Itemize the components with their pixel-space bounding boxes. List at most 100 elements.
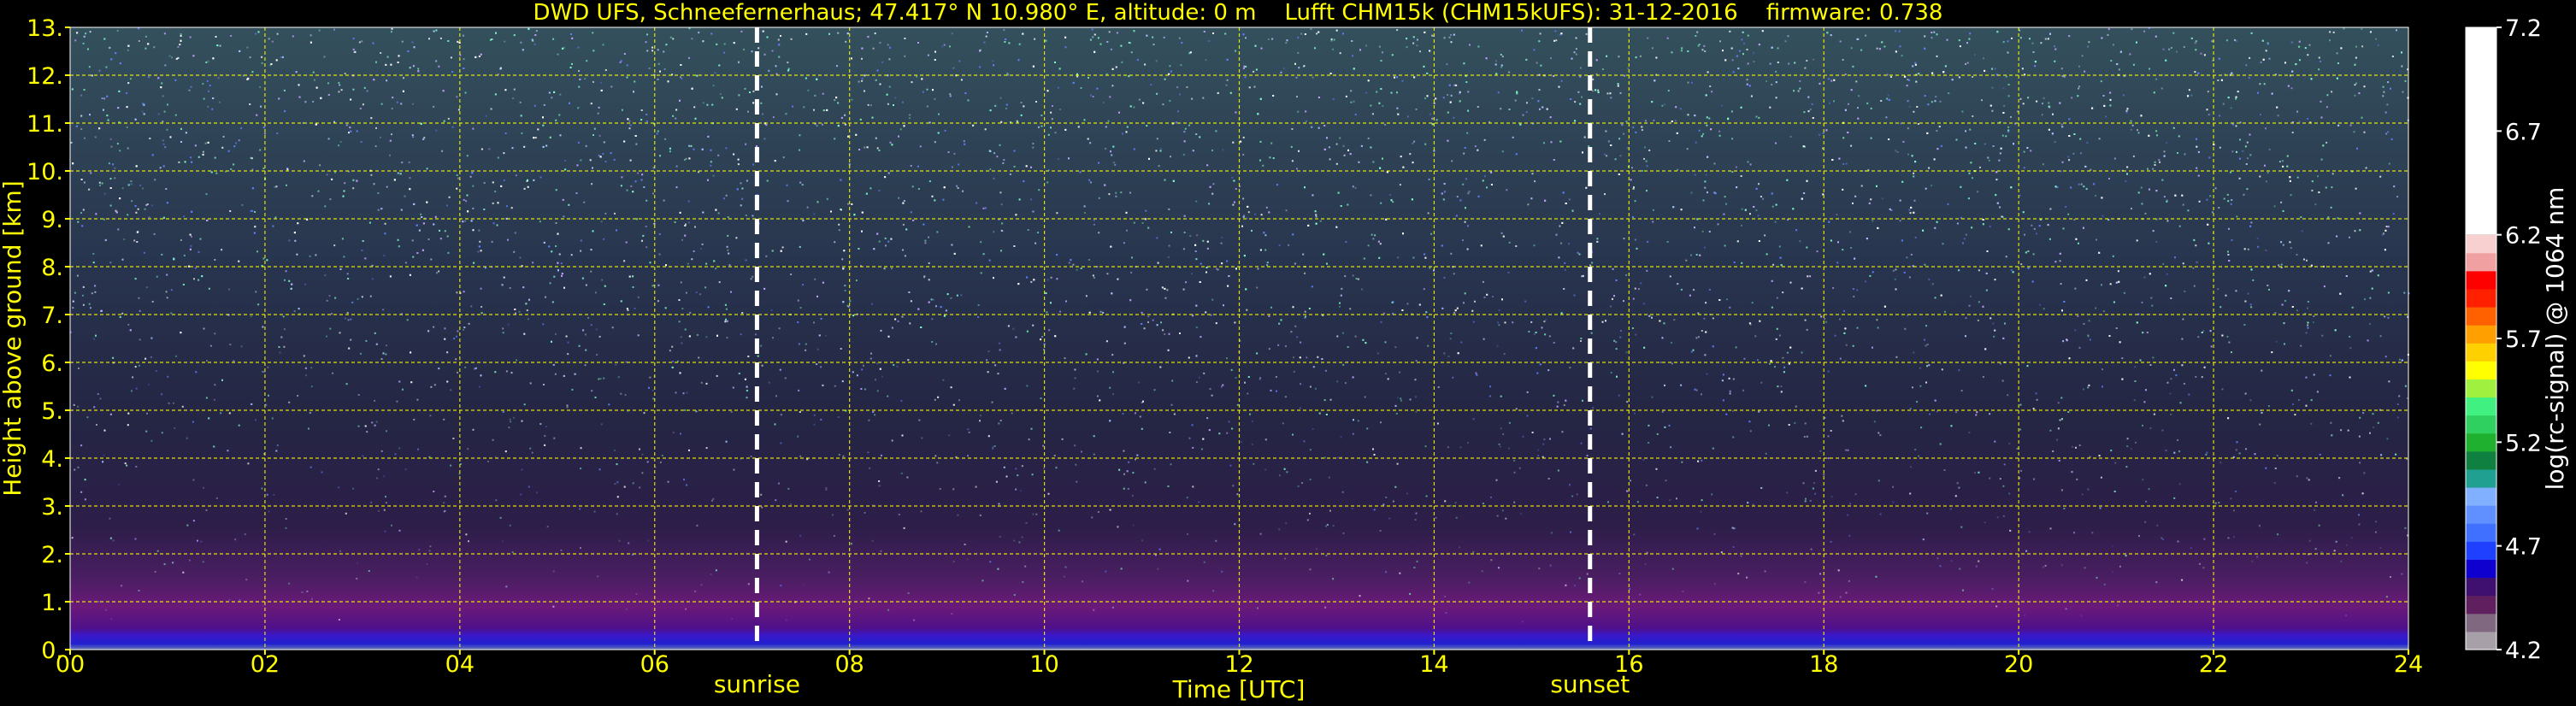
noise-speck bbox=[2388, 162, 2390, 165]
noise-speck bbox=[1924, 263, 1926, 266]
noise-speck bbox=[369, 295, 372, 297]
noise-speck bbox=[1328, 476, 1330, 479]
noise-speck bbox=[327, 82, 329, 85]
noise-speck bbox=[545, 426, 547, 428]
noise-speck bbox=[483, 182, 486, 184]
noise-speck bbox=[881, 375, 883, 378]
noise-speck bbox=[1209, 388, 1211, 391]
noise-speck bbox=[919, 145, 922, 148]
noise-speck bbox=[74, 468, 76, 471]
noise-speck bbox=[235, 142, 238, 144]
noise-speck bbox=[876, 147, 879, 150]
noise-speck bbox=[2143, 276, 2146, 279]
noise-speck bbox=[1713, 583, 1716, 585]
noise-speck bbox=[1559, 225, 1561, 227]
noise-speck bbox=[661, 455, 663, 456]
noise-speck bbox=[1642, 458, 1645, 461]
noise-speck bbox=[1020, 102, 1023, 104]
noise-speck bbox=[250, 315, 252, 318]
noise-speck bbox=[2233, 536, 2235, 538]
noise-speck bbox=[909, 114, 911, 116]
noise-speck bbox=[108, 162, 110, 165]
noise-speck bbox=[1406, 115, 1409, 118]
noise-speck bbox=[2144, 521, 2147, 523]
noise-speck bbox=[1177, 110, 1180, 113]
noise-speck bbox=[1135, 458, 1136, 461]
noise-speck bbox=[2268, 148, 2271, 150]
noise-speck bbox=[585, 284, 587, 286]
noise-speck bbox=[463, 58, 465, 61]
noise-speck bbox=[924, 242, 927, 244]
noise-speck bbox=[1186, 497, 1188, 499]
noise-speck bbox=[1642, 303, 1645, 305]
noise-speck bbox=[2379, 547, 2382, 550]
noise-speck bbox=[1035, 101, 1037, 103]
noise-speck bbox=[1450, 41, 1453, 44]
noise-speck bbox=[1226, 357, 1228, 360]
noise-speck bbox=[621, 109, 623, 111]
noise-speck bbox=[1762, 197, 1764, 200]
noise-speck bbox=[896, 365, 899, 368]
noise-speck bbox=[625, 608, 628, 610]
noise-speck bbox=[1896, 151, 1899, 153]
noise-speck bbox=[1741, 224, 1742, 227]
noise-speck bbox=[370, 501, 373, 503]
noise-speck bbox=[1823, 474, 1825, 476]
noise-speck bbox=[377, 192, 380, 194]
noise-speck bbox=[1936, 130, 1938, 132]
noise-speck bbox=[1543, 321, 1546, 323]
noise-speck bbox=[1749, 430, 1752, 432]
noise-speck bbox=[339, 84, 341, 86]
noise-speck bbox=[450, 389, 452, 391]
noise-speck bbox=[2403, 291, 2406, 294]
noise-speck bbox=[1092, 36, 1094, 38]
noise-speck bbox=[930, 298, 933, 301]
noise-speck bbox=[215, 172, 218, 174]
noise-speck bbox=[1916, 106, 1919, 108]
noise-speck bbox=[456, 96, 458, 98]
noise-speck bbox=[799, 455, 802, 457]
noise-speck bbox=[1246, 309, 1248, 311]
noise-speck bbox=[357, 297, 359, 300]
noise-speck bbox=[2130, 120, 2132, 122]
noise-speck bbox=[2031, 42, 2034, 44]
noise-speck bbox=[1053, 455, 1056, 456]
noise-speck bbox=[1466, 132, 1469, 134]
noise-speck bbox=[1595, 73, 1598, 75]
noise-speck bbox=[1451, 160, 1453, 162]
noise-speck bbox=[1304, 310, 1306, 313]
noise-speck bbox=[825, 487, 828, 489]
noise-speck bbox=[1804, 319, 1807, 321]
noise-speck bbox=[136, 241, 139, 243]
noise-speck bbox=[1492, 296, 1494, 297]
noise-speck bbox=[926, 105, 928, 108]
noise-speck bbox=[847, 203, 849, 205]
noise-speck bbox=[1648, 149, 1651, 151]
noise-speck bbox=[596, 354, 598, 356]
noise-speck bbox=[77, 221, 80, 223]
noise-speck bbox=[250, 156, 252, 159]
noise-speck bbox=[1093, 219, 1095, 221]
noise-speck bbox=[1772, 263, 1775, 266]
noise-speck bbox=[1991, 86, 1994, 89]
noise-speck bbox=[2043, 308, 2045, 310]
noise-speck bbox=[1419, 50, 1421, 53]
noise-speck bbox=[118, 484, 121, 486]
noise-speck bbox=[360, 352, 362, 355]
noise-speck bbox=[334, 171, 337, 174]
noise-speck bbox=[284, 279, 286, 281]
noise-speck bbox=[2095, 307, 2097, 309]
noise-speck bbox=[2115, 327, 2118, 329]
noise-speck bbox=[2259, 83, 2261, 85]
noise-speck bbox=[952, 488, 955, 491]
noise-speck bbox=[1721, 104, 1723, 107]
noise-speck bbox=[1577, 91, 1580, 93]
noise-speck bbox=[1892, 269, 1895, 272]
noise-speck bbox=[2101, 284, 2102, 286]
noise-speck bbox=[505, 205, 508, 208]
noise-speck bbox=[1026, 385, 1029, 387]
noise-speck bbox=[1718, 130, 1721, 132]
noise-speck bbox=[514, 232, 516, 234]
noise-speck bbox=[772, 116, 775, 119]
noise-speck bbox=[628, 120, 631, 122]
